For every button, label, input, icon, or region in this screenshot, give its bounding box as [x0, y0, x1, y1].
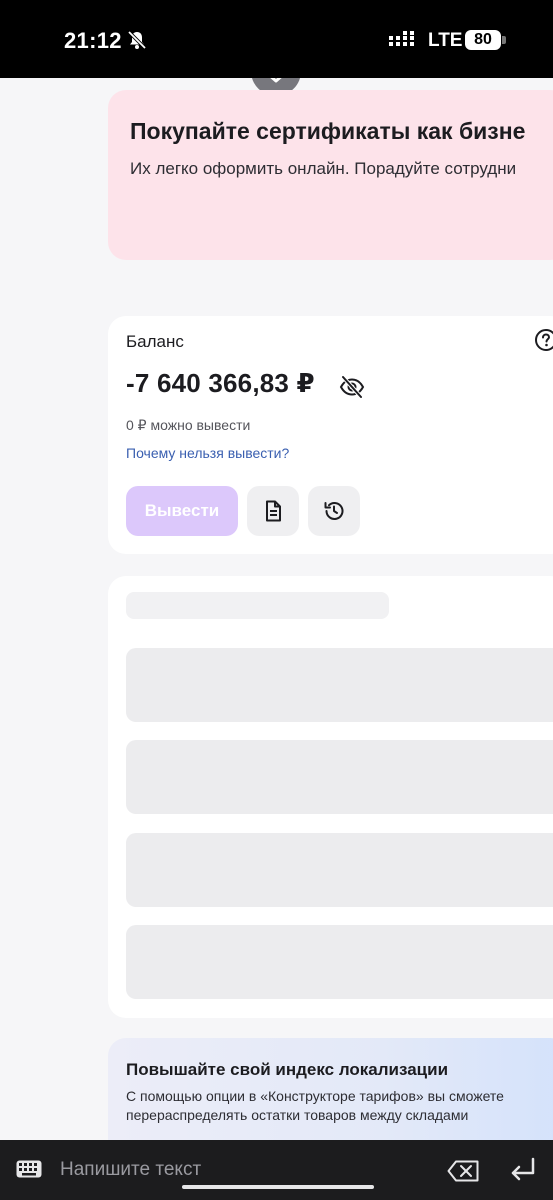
promo-title: Покупайте сертификаты как бизне	[130, 118, 526, 144]
document-button[interactable]	[247, 486, 299, 536]
skeleton-row	[126, 833, 553, 907]
balance-value: -7 640 366,83 ₽	[126, 368, 315, 398]
document-icon	[266, 500, 281, 522]
eye-off-icon[interactable]	[339, 374, 365, 400]
enter-icon[interactable]	[509, 1157, 537, 1183]
withdraw-button[interactable]: Вывести	[126, 486, 238, 536]
battery-level: 80	[465, 30, 501, 50]
keyboard-icon[interactable]	[16, 1160, 42, 1178]
skeleton-row	[126, 740, 553, 814]
balance-label: Баланс	[126, 332, 184, 351]
localization-title: Повышайте свой индекс локализации	[126, 1060, 449, 1079]
skeleton-row	[126, 925, 553, 999]
loading-skeleton-card	[108, 576, 553, 1018]
history-icon	[324, 502, 344, 520]
bell-off-icon	[127, 30, 147, 50]
withdrawable-amount: 0 ₽ можно вывести	[126, 417, 251, 433]
backspace-icon[interactable]	[447, 1160, 479, 1182]
status-bar: 21:12 LTE 80	[0, 0, 553, 78]
skeleton-row	[126, 648, 553, 722]
history-button[interactable]	[308, 486, 360, 536]
why-cannot-withdraw-link[interactable]: Почему нельзя вывести?	[126, 445, 289, 461]
skeleton-title	[126, 592, 389, 619]
localization-banner[interactable]: Повышайте свой индекс локализации С помо…	[108, 1038, 553, 1140]
promo-text: Их легко оформить онлайн. Порадуйте сотр…	[130, 159, 517, 178]
network-type: LTE	[428, 30, 463, 51]
message-input[interactable]	[60, 1155, 430, 1185]
promo-banner[interactable]: Покупайте сертификаты как бизне Их легко…	[108, 90, 553, 260]
page-content[interactable]: Покупайте сертификаты как бизне Их легко…	[0, 78, 553, 1140]
battery-icon	[502, 36, 506, 44]
localization-text: С помощью опции в «Конструкторе тарифов»…	[126, 1088, 504, 1123]
home-indicator[interactable]	[182, 1185, 374, 1189]
message-input-bar	[0, 1140, 553, 1200]
chevron-down-icon	[270, 78, 282, 83]
question-icon[interactable]	[534, 328, 553, 352]
balance-card: Баланс -7 640 366,83 ₽ 0 ₽ можно вывести…	[108, 316, 553, 554]
signal-icon	[389, 31, 414, 46]
status-time: 21:12	[64, 28, 122, 53]
